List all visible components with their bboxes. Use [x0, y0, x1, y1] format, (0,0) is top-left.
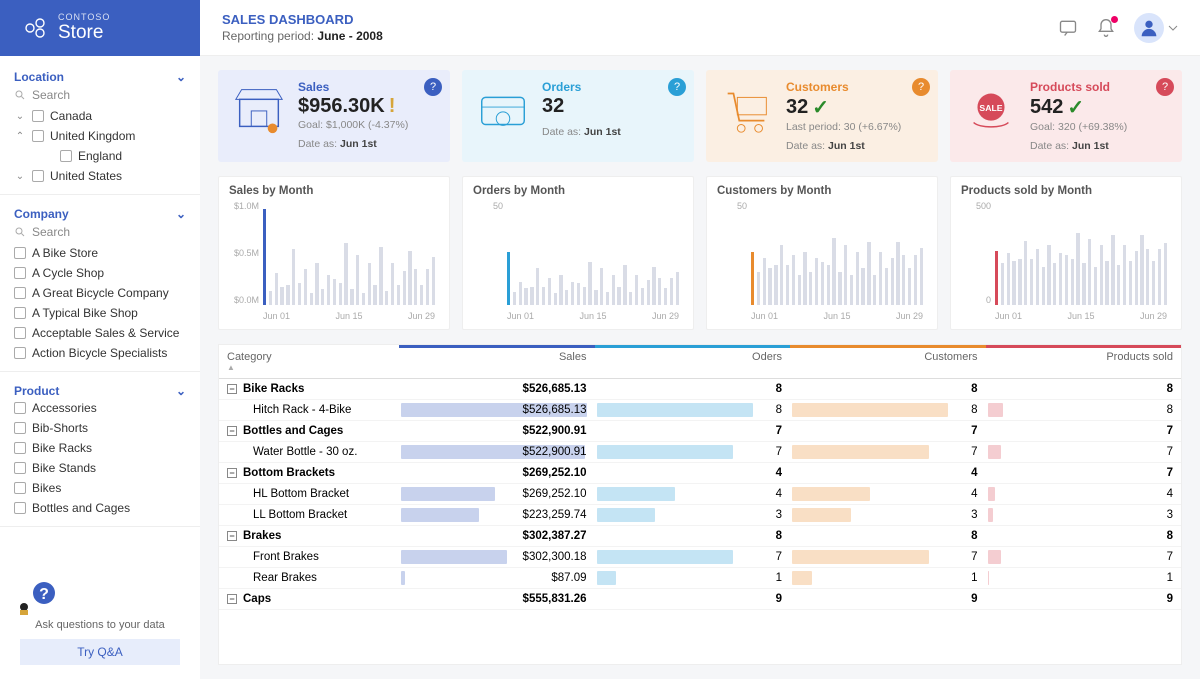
svg-text:SALE: SALE	[979, 103, 1002, 113]
brand-name: Store	[58, 22, 103, 43]
chart-2[interactable]: Customers by Month 50Jun 01Jun 15Jun 29	[706, 176, 938, 330]
location-search[interactable]: Search	[14, 88, 186, 102]
info-icon[interactable]: ?	[1156, 78, 1174, 96]
table-row[interactable]: −Brakes$302,387.27888	[219, 526, 1181, 547]
product-item[interactable]: Bottles and Cages	[14, 498, 186, 518]
location-item[interactable]: ⌃United Kingdom	[14, 126, 186, 146]
table-row[interactable]: −Bike Racks$526,685.13888	[219, 379, 1181, 400]
company-item[interactable]: Acceptable Sales & Service	[14, 323, 186, 343]
try-qa-button[interactable]: Try Q&A	[20, 639, 180, 665]
location-item[interactable]: ⌄United States	[14, 166, 186, 186]
chevron-down-icon: ⌄	[176, 70, 186, 84]
product-item[interactable]: Bike Stands	[14, 458, 186, 478]
kpi-sub: Last period: 30 (+6.67%)	[786, 121, 901, 133]
search-icon	[14, 89, 26, 101]
company-item[interactable]: A Typical Bike Shop	[14, 303, 186, 323]
table-row[interactable]: −Bottom Brackets$269,252.10447	[219, 463, 1181, 484]
kpi-card-customers[interactable]: ? Customers 32✓ Last period: 30 (+6.67%)…	[706, 70, 938, 162]
qa-text: Ask questions to your data	[10, 619, 190, 631]
table-header[interactable]: Customers	[790, 345, 986, 378]
chevron-down-icon: ⌄	[176, 384, 186, 398]
product-item[interactable]: Bib-Shorts	[14, 418, 186, 438]
table-row[interactable]: Hitch Rack - 4-Bike$526,685.13888	[219, 400, 1181, 421]
svg-text:?: ?	[39, 586, 49, 603]
kpi-sub: Goal: $1,000K (-4.37%)	[298, 119, 408, 131]
company-panel-header[interactable]: Company⌄	[14, 207, 186, 221]
kpi-label: Orders	[542, 80, 621, 94]
page-title: SALES DASHBOARD	[222, 12, 383, 27]
company-search[interactable]: Search	[14, 225, 186, 239]
table-row[interactable]: Rear Brakes$87.09111	[219, 568, 1181, 589]
chart-title: Products sold by Month	[961, 185, 1171, 197]
info-icon[interactable]: ?	[668, 78, 686, 96]
table-header[interactable]: Category▲	[219, 345, 399, 378]
chart-title: Orders by Month	[473, 185, 683, 197]
product-panel-header[interactable]: Product⌄	[14, 384, 186, 398]
kpi-icon	[474, 80, 532, 138]
chart-title: Sales by Month	[229, 185, 439, 197]
info-icon[interactable]: ?	[424, 78, 442, 96]
kpi-value: $956.30K!	[298, 95, 408, 118]
chart-3[interactable]: Products sold by Month 5000Jun 01Jun 15J…	[950, 176, 1182, 330]
brand-small: CONTOSO	[58, 12, 110, 22]
kpi-label: Customers	[786, 80, 901, 94]
kpi-label: Sales	[298, 80, 408, 94]
table-row[interactable]: LL Bottom Bracket$223,259.74333	[219, 505, 1181, 526]
collapse-icon[interactable]: −	[227, 384, 237, 394]
company-item[interactable]: Action Bicycle Specialists	[14, 343, 186, 363]
product-item[interactable]: Accessories	[14, 398, 186, 418]
chart-0[interactable]: Sales by Month $1.0M$0.5M$0.0MJun 01Jun …	[218, 176, 450, 330]
qa-illustration: ?	[10, 579, 60, 615]
kpi-icon	[718, 80, 776, 138]
table-row[interactable]: −Caps$555,831.26999	[219, 589, 1181, 610]
company-item[interactable]: A Bike Store	[14, 243, 186, 263]
collapse-icon[interactable]: −	[227, 468, 237, 478]
kpi-value: 32	[542, 95, 621, 118]
table-header[interactable]: Oders	[595, 345, 791, 378]
table-row[interactable]: −Bottles and Cages$522,900.91777	[219, 421, 1181, 442]
kpi-sub: Goal: 320 (+69.38%)	[1030, 121, 1127, 133]
bell-icon[interactable]	[1096, 18, 1116, 38]
location-item[interactable]: ⌄Canada	[14, 106, 186, 126]
kpi-card-orders[interactable]: ? Orders 32 Date as: Jun 1st	[462, 70, 694, 162]
kpi-value: 542✓	[1030, 95, 1127, 120]
company-item[interactable]: A Great Bicycle Company	[14, 283, 186, 303]
kpi-date: Date as: Jun 1st	[786, 140, 901, 152]
kpi-date: Date as: Jun 1st	[1030, 140, 1127, 152]
chart-1[interactable]: Orders by Month 50Jun 01Jun 15Jun 29	[462, 176, 694, 330]
kpi-label: Products sold	[1030, 80, 1127, 94]
table-row[interactable]: Water Bottle - 30 oz.$522,900.91777	[219, 442, 1181, 463]
table-header[interactable]: Products sold	[986, 345, 1182, 378]
location-item[interactable]: England	[14, 146, 186, 166]
collapse-icon[interactable]: −	[227, 594, 237, 604]
table-row[interactable]: HL Bottom Bracket$269,252.10444	[219, 484, 1181, 505]
chat-icon[interactable]	[1058, 18, 1078, 38]
collapse-icon[interactable]: −	[227, 426, 237, 436]
brand-logo: CONTOSOStore	[0, 0, 200, 56]
chevron-down-icon: ⌄	[176, 207, 186, 221]
collapse-icon[interactable]: −	[227, 531, 237, 541]
kpi-value: 32✓	[786, 95, 901, 120]
kpi-date: Date as: Jun 1st	[298, 138, 408, 150]
table-header[interactable]: Sales	[399, 345, 595, 378]
kpi-date: Date as: Jun 1st	[542, 126, 621, 138]
period-label: Reporting period:	[222, 29, 314, 43]
kpi-icon	[230, 80, 288, 138]
period-value: June - 2008	[317, 29, 382, 43]
chart-title: Customers by Month	[717, 185, 927, 197]
location-panel-header[interactable]: Location⌄	[14, 70, 186, 84]
kpi-card-products-sold[interactable]: ? SALE Products sold 542✓ Goal: 320 (+69…	[950, 70, 1182, 162]
chevron-down-icon	[1168, 23, 1178, 33]
kpi-icon: SALE	[962, 80, 1020, 138]
company-item[interactable]: A Cycle Shop	[14, 263, 186, 283]
kpi-card-sales[interactable]: ? Sales $956.30K! Goal: $1,000K (-4.37%)…	[218, 70, 450, 162]
product-item[interactable]: Bikes	[14, 478, 186, 498]
table-row[interactable]: Front Brakes$302,300.18777	[219, 547, 1181, 568]
product-item[interactable]: Bike Racks	[14, 438, 186, 458]
info-icon[interactable]: ?	[912, 78, 930, 96]
user-avatar[interactable]	[1134, 13, 1178, 43]
search-icon	[14, 226, 26, 238]
